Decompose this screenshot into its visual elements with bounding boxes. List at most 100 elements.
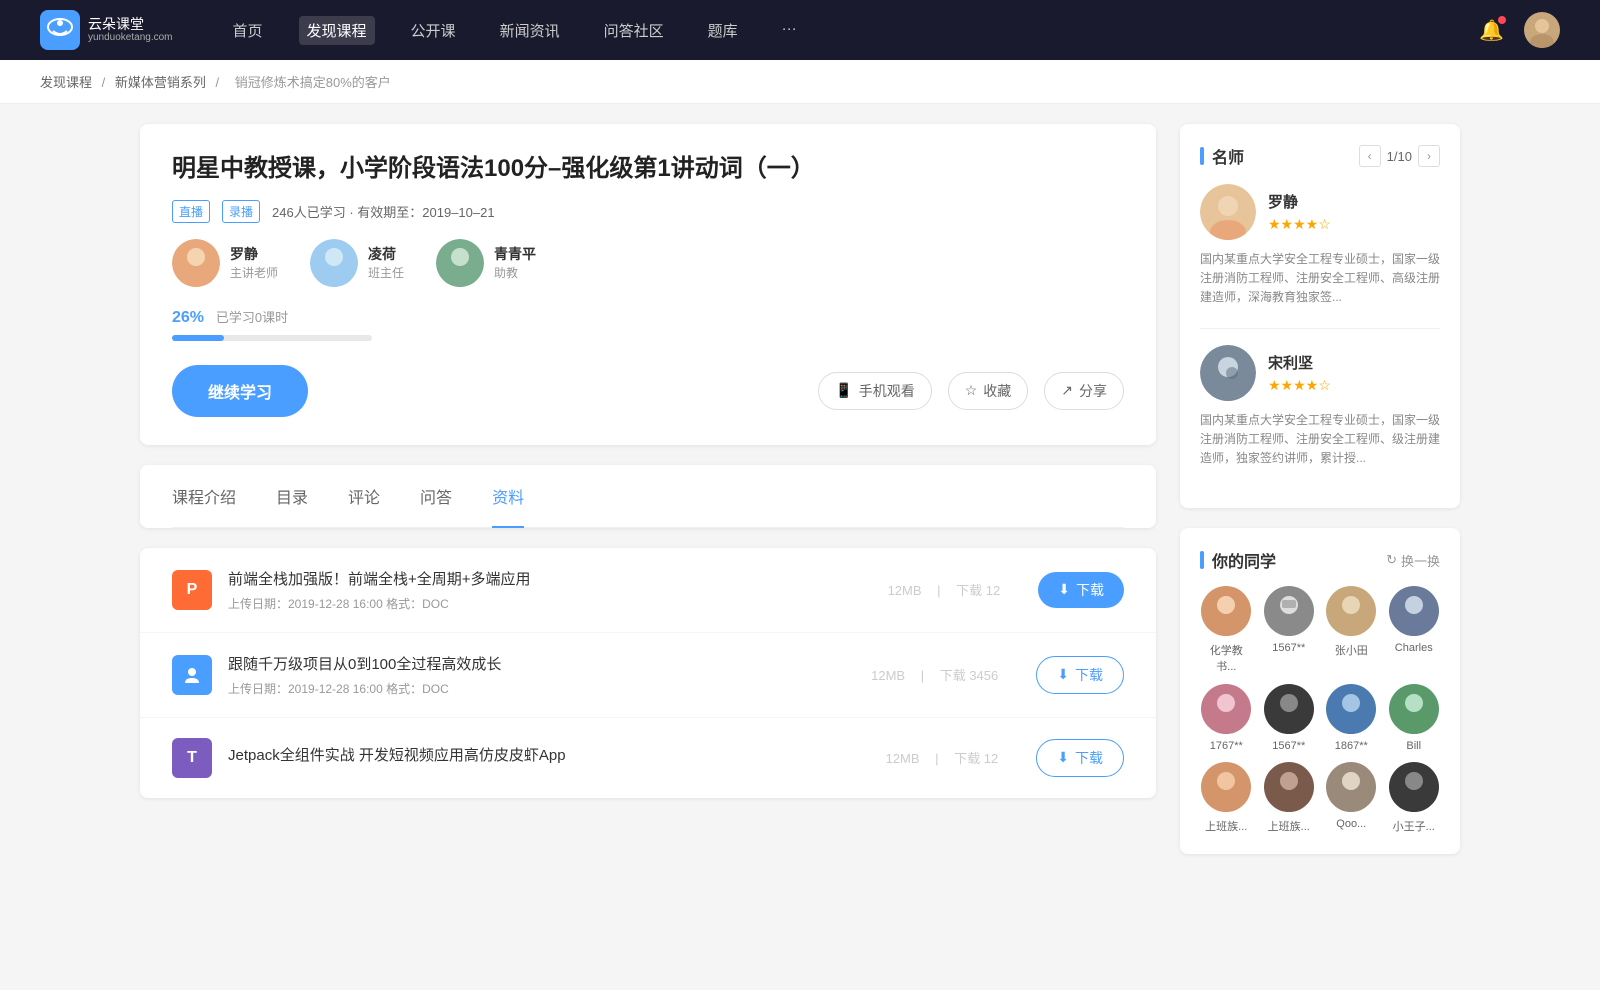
user-avatar[interactable] bbox=[1524, 12, 1560, 48]
material-title-1: 跟随千万级项目从0到100全过程高效成长 bbox=[228, 653, 833, 674]
nav-discover[interactable]: 发现课程 bbox=[299, 16, 375, 45]
material-meta-1: 上传日期：2019-12-28 16:00 格式：DOC bbox=[228, 680, 833, 697]
classmate-name-4: 1767** bbox=[1210, 740, 1243, 752]
instructor-0: 罗静 主讲老师 bbox=[172, 239, 278, 287]
tab-review[interactable]: 评论 bbox=[348, 466, 380, 528]
course-title: 明星中教授课，小学阶段语法100分–强化级第1讲动词（一） bbox=[172, 152, 1124, 186]
refresh-icon: ↻ bbox=[1386, 552, 1397, 568]
material-item-1: 跟随千万级项目从0到100全过程高效成长 上传日期：2019-12-28 16:… bbox=[140, 633, 1156, 718]
classmate-name-6: 1867** bbox=[1335, 740, 1368, 752]
classmate-4: 1767** bbox=[1200, 684, 1253, 752]
breadcrumb: 发现课程 / 新媒体营销系列 / 销冠修炼术搞定80%的客户 bbox=[0, 60, 1600, 104]
phone-label: 手机观看 bbox=[859, 381, 915, 401]
instructors: 罗静 主讲老师 凌荷 班主任 bbox=[172, 239, 1124, 287]
phone-icon: 📱 bbox=[835, 382, 852, 399]
classmate-avatar-8 bbox=[1201, 762, 1251, 812]
instructor-name-0: 罗静 bbox=[230, 244, 278, 264]
breadcrumb-discover[interactable]: 发现课程 bbox=[40, 75, 92, 90]
progress-bar-fill bbox=[172, 335, 224, 341]
phone-watch-button[interactable]: 📱 手机观看 bbox=[818, 372, 931, 410]
breadcrumb-current: 销冠修炼术搞定80%的客户 bbox=[235, 75, 391, 90]
instructor-avatar-1 bbox=[310, 239, 358, 287]
page-nav: ‹ 1/10 › bbox=[1359, 145, 1440, 167]
download-button-2[interactable]: ⬇ 下载 bbox=[1036, 739, 1124, 777]
tab-catalog[interactable]: 目录 bbox=[276, 466, 308, 528]
progress-section: 26% 已学习0课时 bbox=[172, 307, 1124, 341]
teacher-header-0: 罗静 ★★★★☆ bbox=[1200, 184, 1440, 240]
refresh-button[interactable]: ↻ 换一换 bbox=[1386, 551, 1440, 570]
classmate-1: 1567** bbox=[1263, 586, 1316, 674]
classmate-avatar-7 bbox=[1389, 684, 1439, 734]
instructor-avatar-2 bbox=[436, 239, 484, 287]
instructor-avatar-0 bbox=[172, 239, 220, 287]
logo[interactable]: 云朵课堂 yunduoketang.com bbox=[40, 10, 173, 50]
tabs: 课程介绍 目录 评论 问答 资料 bbox=[172, 465, 1124, 528]
main-container: 明星中教授课，小学阶段语法100分–强化级第1讲动词（一） 直播 录播 246人… bbox=[100, 124, 1500, 874]
next-page-button[interactable]: › bbox=[1418, 145, 1440, 167]
classmate-name-2: 张小田 bbox=[1335, 642, 1368, 658]
classmate-avatar-11 bbox=[1389, 762, 1439, 812]
classmate-name-9: 上班族... bbox=[1268, 818, 1310, 834]
material-icon-2: T bbox=[172, 738, 212, 778]
share-button[interactable]: ↗ 分享 bbox=[1044, 372, 1124, 410]
classmates-grid: 化学教书... 1567** 张小田 bbox=[1200, 586, 1440, 834]
nav-home[interactable]: 首页 bbox=[225, 16, 271, 45]
action-buttons: 📱 手机观看 ☆ 收藏 ↗ 分享 bbox=[818, 372, 1124, 410]
nav-quiz[interactable]: 题库 bbox=[700, 16, 746, 45]
download-icon-0: ⬇ bbox=[1058, 581, 1070, 598]
progress-sub: 已学习0课时 bbox=[216, 310, 288, 325]
refresh-label: 换一换 bbox=[1401, 551, 1440, 570]
tab-intro[interactable]: 课程介绍 bbox=[172, 466, 236, 528]
classmate-avatar-9 bbox=[1264, 762, 1314, 812]
download-button-1[interactable]: ⬇ 下载 bbox=[1036, 656, 1124, 694]
course-tags: 直播 录播 246人已学习 · 有效期至：2019–10–21 bbox=[172, 200, 1124, 223]
material-info-2: Jetpack全组件实战 开发短视频应用高仿皮皮虾App bbox=[228, 744, 848, 771]
share-icon: ↗ bbox=[1061, 382, 1073, 399]
classmate-2: 张小田 bbox=[1325, 586, 1378, 674]
material-item-0: P 前端全栈加强版！前端全栈+全周期+多端应用 上传日期：2019-12-28 … bbox=[140, 548, 1156, 633]
continue-learning-button[interactable]: 继续学习 bbox=[172, 365, 308, 417]
tab-materials[interactable]: 资料 bbox=[492, 466, 524, 528]
nav-right: 🔔 bbox=[1479, 12, 1560, 48]
tag-live: 直播 bbox=[172, 200, 210, 223]
classmate-name-7: Bill bbox=[1406, 740, 1421, 752]
teacher-divider bbox=[1200, 328, 1440, 329]
prev-page-button[interactable]: ‹ bbox=[1359, 145, 1381, 167]
page-indicator: 1/10 bbox=[1387, 149, 1412, 164]
material-meta-0: 上传日期：2019-12-28 16:00 格式：DOC bbox=[228, 595, 850, 612]
teacher-stars-0: ★★★★☆ bbox=[1268, 216, 1331, 233]
instructor-2: 青青平 助教 bbox=[436, 239, 536, 287]
nav-qa[interactable]: 问答社区 bbox=[596, 16, 672, 45]
download-icon-2: ⬇ bbox=[1057, 749, 1069, 766]
classmates-section: 你的同学 ↻ 换一换 化学教书... 1567** bbox=[1180, 528, 1460, 854]
collect-button[interactable]: ☆ 收藏 bbox=[948, 372, 1029, 410]
classmate-5: 1567** bbox=[1263, 684, 1316, 752]
nav-more[interactable]: ··· bbox=[774, 16, 805, 45]
download-icon-1: ⬇ bbox=[1057, 666, 1069, 683]
download-button-0[interactable]: ⬇ 下载 bbox=[1038, 572, 1124, 608]
classmate-name-1: 1567** bbox=[1272, 642, 1305, 654]
instructor-name-1: 凌荷 bbox=[368, 244, 404, 264]
material-title-0: 前端全栈加强版！前端全栈+全周期+多端应用 bbox=[228, 568, 850, 589]
classmate-avatar-10 bbox=[1326, 762, 1376, 812]
logo-text: 云朵课堂 yunduoketang.com bbox=[88, 16, 173, 45]
material-stats-2: 12MB | 下载 12 bbox=[880, 748, 1005, 767]
material-title-2: Jetpack全组件实战 开发短视频应用高仿皮皮虾App bbox=[228, 744, 848, 765]
material-item-2: T Jetpack全组件实战 开发短视频应用高仿皮皮虾App 12MB | 下载… bbox=[140, 718, 1156, 798]
nav-open[interactable]: 公开课 bbox=[403, 16, 464, 45]
nav-news[interactable]: 新闻资讯 bbox=[492, 16, 568, 45]
classmate-name-3: Charles bbox=[1395, 642, 1433, 654]
materials-card: P 前端全栈加强版！前端全栈+全周期+多端应用 上传日期：2019-12-28 … bbox=[140, 548, 1156, 798]
teacher-avatar-0 bbox=[1200, 184, 1256, 240]
classmate-9: 上班族... bbox=[1263, 762, 1316, 834]
classmate-name-8: 上班族... bbox=[1205, 818, 1247, 834]
classmate-name-10: Qoo... bbox=[1336, 818, 1366, 830]
bell-icon[interactable]: 🔔 bbox=[1479, 18, 1504, 43]
collect-label: 收藏 bbox=[983, 381, 1011, 401]
breadcrumb-series[interactable]: 新媒体营销系列 bbox=[115, 75, 206, 90]
material-stats-0: 12MB | 下载 12 bbox=[882, 580, 1007, 599]
tab-qa[interactable]: 问答 bbox=[420, 466, 452, 528]
course-actions: 继续学习 📱 手机观看 ☆ 收藏 ↗ 分享 bbox=[172, 365, 1124, 417]
teacher-0: 罗静 ★★★★☆ 国内某重点大学安全工程专业硕士，国家一级注册消防工程师、注册安… bbox=[1200, 184, 1440, 308]
instructor-role-2: 助教 bbox=[494, 264, 536, 281]
